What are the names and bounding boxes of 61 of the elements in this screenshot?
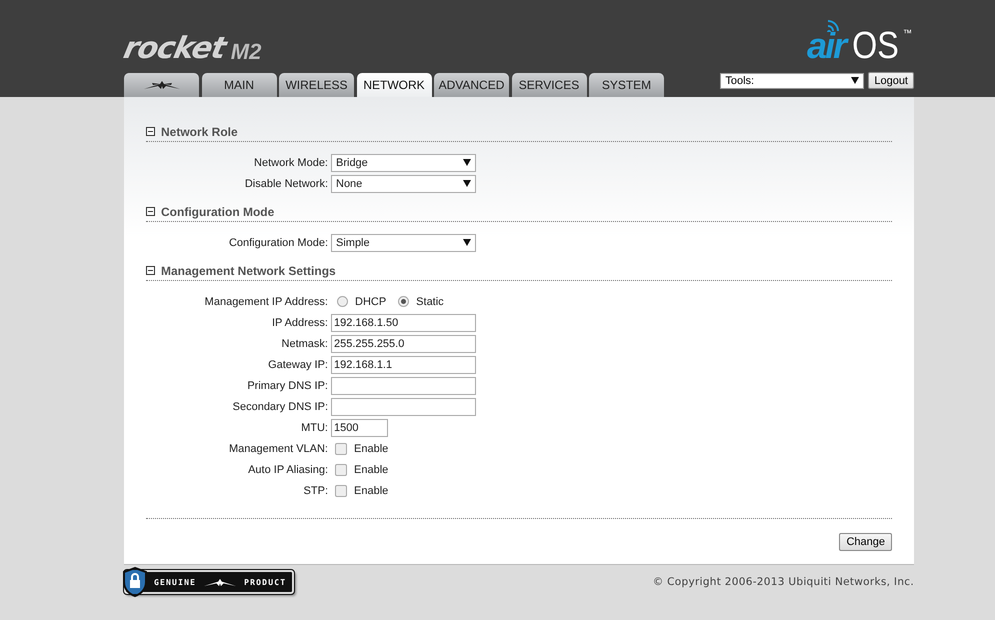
field-label: Primary DNS IP: — [246, 380, 328, 392]
section-title: Network Role — [161, 124, 238, 138]
input-field[interactable]: 192.168.1.50 — [331, 314, 476, 332]
change-button[interactable]: Change — [839, 533, 892, 551]
input-field[interactable]: 1500 — [331, 418, 388, 436]
field-label: Auto IP Aliasing: — [247, 464, 328, 476]
collapse-icon[interactable] — [146, 207, 155, 216]
checkbox[interactable] — [335, 442, 347, 454]
field-label: Management IP Address: — [204, 296, 328, 308]
select-field[interactable]: Bridge — [331, 154, 476, 172]
badge-text: PRODUCT — [244, 578, 286, 586]
collapse-icon[interactable] — [146, 266, 155, 275]
checkbox[interactable] — [335, 464, 347, 476]
nav-tab[interactable]: WIRELESS — [279, 73, 354, 97]
input-field[interactable] — [331, 376, 476, 394]
select-field[interactable]: Simple — [331, 234, 476, 252]
model-logo: M2 — [230, 40, 262, 64]
checkbox-label: Enable — [354, 464, 388, 476]
field-label: Netmask: — [280, 338, 328, 350]
radio-button[interactable] — [398, 296, 410, 307]
section-title: Management Network Settings — [161, 264, 336, 278]
radio-button[interactable] — [337, 296, 348, 307]
nav-tab[interactable]: NETWORK — [356, 73, 432, 97]
checkbox-label: Enable — [354, 442, 388, 454]
os-logo-name: OS — [852, 28, 899, 64]
input-field[interactable] — [331, 398, 476, 416]
tools-dropdown[interactable]: Tools: — [720, 72, 864, 88]
nav-tab[interactable]: MAIN — [202, 73, 276, 97]
field-label: Gateway IP: — [267, 358, 328, 370]
product-logo: rocket — [120, 34, 228, 64]
section-title: Configuration Mode — [161, 204, 274, 218]
badge-text: GENUINE — [154, 578, 196, 586]
copyright-text: © Copyright 2006-2013 Ubiquiti Networks, Inc. — [652, 576, 914, 588]
wifi-icon — [827, 18, 841, 32]
radio-label: DHCP — [355, 296, 386, 308]
input-field[interactable]: 192.168.1.1 — [331, 356, 476, 374]
trademark: ™ — [903, 28, 912, 38]
field-label: IP Address: — [270, 316, 328, 328]
logout-button[interactable]: Logout — [868, 72, 914, 89]
dropdown-arrow-icon — [851, 77, 860, 84]
logo-tab[interactable] — [124, 73, 199, 97]
field-label: STP: — [302, 484, 328, 496]
dropdown-arrow-icon — [463, 180, 471, 187]
collapse-icon[interactable] — [146, 127, 155, 136]
dropdown-arrow-icon — [463, 159, 471, 166]
checkbox-label: Enable — [354, 484, 388, 496]
dropdown-arrow-icon — [463, 239, 471, 246]
field-label: Network Mode: — [253, 156, 328, 168]
field-label: Configuration Mode: — [228, 236, 328, 248]
checkbox[interactable] — [335, 484, 347, 496]
select-field[interactable]: None — [331, 174, 476, 192]
field-label: MTU: — [300, 422, 328, 434]
input-field[interactable]: 255.255.255.0 — [331, 334, 476, 352]
os-logo-air: air — [807, 28, 846, 64]
field-label: Disable Network: — [244, 178, 328, 190]
nav-tab[interactable]: SERVICES — [512, 73, 586, 97]
field-label: Management VLAN: — [228, 442, 328, 454]
nav-tab[interactable]: ADVANCED — [434, 73, 509, 97]
field-label: Secondary DNS IP: — [232, 400, 328, 412]
radio-label: Static — [416, 296, 444, 308]
nav-tab[interactable]: SYSTEM — [589, 73, 664, 97]
